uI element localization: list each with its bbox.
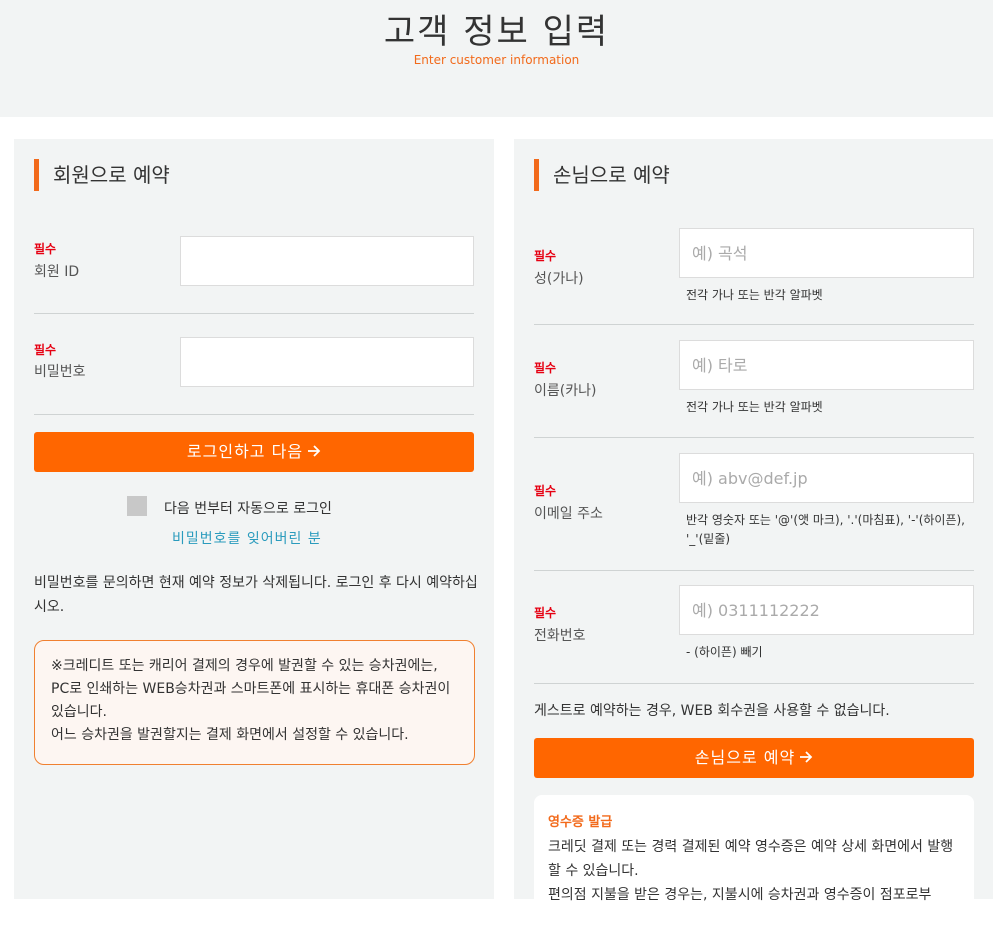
guest-notice: 게스트로 예약하는 경우, WEB 회수권을 사용할 수 없습니다. xyxy=(534,703,890,719)
email-label: 이메일 주소 xyxy=(534,506,603,522)
auto-login-label: 다음 번부터 자동으로 로그인 xyxy=(164,501,332,517)
password-notice: 비밀번호를 문의하면 현재 예약 정보가 삭제됩니다. 로그인 후 다시 예약하… xyxy=(34,575,478,615)
guest-reservation-button-label: 손님으로 예약 xyxy=(694,748,796,767)
divider xyxy=(534,437,974,438)
receipt-info-box: 영수증 발급 크레딧 결제 또는 경력 결제된 예약 영수증은 예약 상세 화면… xyxy=(534,795,974,925)
guest-reservation-panel: 손님으로 예약 필수 성(가나) 전각 가나 또는 반각 알파벳 필수 이름(카… xyxy=(514,139,993,925)
receipt-text: 크레딧 결제 또는 경력 결제된 예약 영수증은 예약 상세 화면에서 발행할 … xyxy=(548,839,954,903)
auto-login-checkbox[interactable] xyxy=(127,496,147,516)
first-name-input[interactable] xyxy=(679,340,974,390)
divider xyxy=(34,313,474,314)
last-name-input[interactable] xyxy=(679,228,974,278)
login-next-button[interactable]: 로그인하고 다음 xyxy=(34,432,474,472)
member-reservation-panel: 회원으로 예약 필수 회원 ID 필수 비밀번호 로그인하고 다음 다음 번부터… xyxy=(14,139,494,899)
first-name-hint: 전각 가나 또는 반각 알파벳 xyxy=(686,400,823,414)
phone-label: 전화번호 xyxy=(534,628,586,644)
member-id-required-badge: 필수 xyxy=(34,242,57,256)
divider xyxy=(34,414,474,415)
arrow-right-icon xyxy=(799,738,813,778)
forgot-password-link[interactable]: 비밀번호를 잊어버린 분 xyxy=(172,528,322,548)
first-name-label: 이름(카나) xyxy=(534,383,597,399)
phone-input[interactable] xyxy=(679,585,974,635)
divider xyxy=(534,683,974,684)
last-name-hint: 전각 가나 또는 반각 알파벳 xyxy=(686,288,823,302)
divider xyxy=(534,324,974,325)
last-name-label: 성(가나) xyxy=(534,271,584,287)
arrow-right-icon xyxy=(307,432,321,472)
first-name-required-badge: 필수 xyxy=(534,361,557,375)
guest-reservation-button[interactable]: 손님으로 예약 xyxy=(534,738,974,778)
email-required-badge: 필수 xyxy=(534,484,557,498)
page-title: 고객 정보 입력 xyxy=(383,12,610,52)
password-required-badge: 필수 xyxy=(34,343,57,357)
member-id-label: 회원 ID xyxy=(34,264,80,280)
divider xyxy=(534,570,974,571)
password-label: 비밀번호 xyxy=(34,364,86,380)
login-next-button-label: 로그인하고 다음 xyxy=(186,442,304,461)
last-name-required-badge: 필수 xyxy=(534,249,557,263)
page-subtitle: Enter customer information xyxy=(413,53,580,67)
phone-required-badge: 필수 xyxy=(534,606,557,620)
password-input[interactable] xyxy=(180,337,474,387)
ticket-info-box: ※크레디트 또는 캐리어 결제의 경우에 발권할 수 있는 승차권에는, PC로… xyxy=(34,640,475,765)
email-input[interactable] xyxy=(679,453,974,503)
receipt-title: 영수증 발급 xyxy=(548,815,613,830)
guest-section-title: 손님으로 예약 xyxy=(534,159,670,191)
phone-hint: - (하이픈) 빼기 xyxy=(686,645,763,659)
member-section-title: 회원으로 예약 xyxy=(34,159,170,191)
email-hint: 반각 영숫자 또는 '@'(앳 마크), '.'(마침표), '-'(하이픈),… xyxy=(686,513,965,546)
page-header: 고객 정보 입력 Enter customer information xyxy=(0,0,993,117)
member-id-input[interactable] xyxy=(180,236,474,286)
